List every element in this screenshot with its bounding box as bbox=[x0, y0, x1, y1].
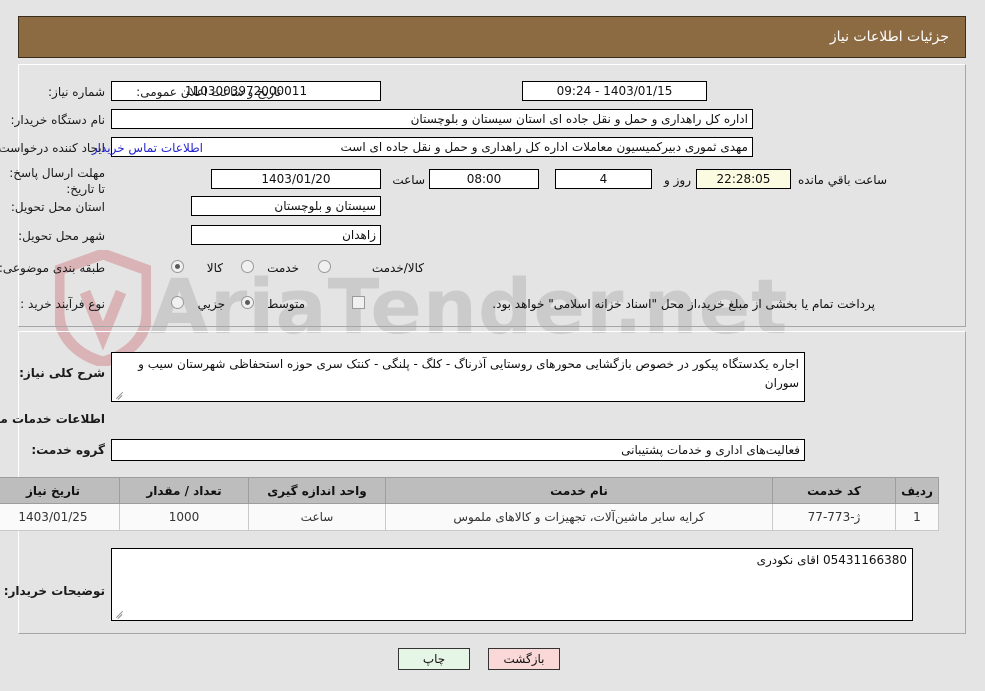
province-value: سیستان و بلوچستان bbox=[191, 196, 381, 216]
col-header-qty: تعداد / مقدار bbox=[119, 477, 249, 504]
remaining-days-label: روز و bbox=[664, 173, 691, 187]
remaining-days-value: 4 bbox=[555, 169, 652, 189]
deadline-label: مهلت ارسال پاسخ: تا تاریخ: bbox=[9, 166, 105, 196]
requester-value: مهدی ثموری دبیرکمیسیون معاملات اداره کل … bbox=[111, 137, 753, 157]
cell-row: 1 bbox=[895, 503, 939, 531]
radio-process-motavaset[interactable] bbox=[241, 296, 254, 309]
description-label: شرح کلی نیاز: bbox=[19, 366, 105, 380]
radio-process-motavaset-label: متوسط bbox=[267, 297, 305, 311]
countdown-label: ساعت باقي مانده bbox=[797, 173, 887, 187]
resize-grip-icon[interactable] bbox=[114, 390, 124, 400]
province-label: استان محل تحویل: bbox=[10, 200, 105, 214]
services-heading: اطلاعات خدمات مورد نیاز bbox=[0, 412, 105, 426]
cell-unit: ساعت bbox=[248, 503, 386, 531]
radio-process-jozi[interactable] bbox=[171, 296, 184, 309]
radio-category-kala-khedmat[interactable] bbox=[318, 260, 331, 273]
city-value: زاهدان bbox=[191, 225, 381, 245]
description-value: اجاره یکدستگاه پیکور در خصوص بازگشایی مح… bbox=[138, 357, 799, 390]
col-header-unit: واحد اندازه گیری bbox=[248, 477, 386, 504]
buyer-contact-link[interactable]: اطلاعات تماس خریدار bbox=[92, 141, 203, 156]
top-info-panel bbox=[18, 64, 966, 327]
buyer-notes-textarea[interactable]: 05431166380 اقای نکودری bbox=[111, 548, 913, 621]
cell-qty: 1000 bbox=[119, 503, 249, 531]
radio-category-kala-khedmat-label: کالا/خدمت bbox=[371, 261, 424, 275]
buyer-notes-label: توضیحات خریدار: bbox=[3, 584, 105, 598]
requester-label: ایجاد کننده درخواست: bbox=[0, 141, 105, 155]
page-title: جزئیات اطلاعات نیاز bbox=[829, 29, 949, 45]
table-header-row: ردیف کد خدمت نام خدمت واحد اندازه گیری ت… bbox=[0, 477, 939, 504]
radio-category-khedmat[interactable] bbox=[241, 260, 254, 273]
process-label: نوع فرآیند خرید : bbox=[20, 297, 105, 311]
announce-datetime-value: 1403/01/15 - 09:24 bbox=[522, 81, 707, 101]
back-button[interactable]: بازگشت bbox=[488, 648, 560, 670]
deadline-hour-value: 08:00 bbox=[429, 169, 539, 189]
buyer-org-label: نام دستگاه خریدار: bbox=[10, 113, 106, 127]
col-header-row: ردیف bbox=[895, 477, 939, 504]
buyer-notes-value: 05431166380 اقای نکودری bbox=[756, 553, 907, 567]
cell-code: ژ-773-77 bbox=[772, 503, 896, 531]
radio-process-jozi-label: جزیي bbox=[197, 297, 225, 311]
cell-name: کرایه سایر ماشین‌آلات، تجهیزات و کالاهای… bbox=[385, 503, 773, 531]
page-root: AriaTender.net جزئیات اطلاعات نیاز شماره… bbox=[0, 0, 985, 691]
city-label: شهر محل تحویل: bbox=[18, 229, 105, 243]
col-header-code: کد خدمت bbox=[772, 477, 896, 504]
countdown-value: 22:28:05 bbox=[696, 169, 791, 189]
treasury-bond-note: پرداخت تمام یا بخشی از مبلغ خرید،از محل … bbox=[492, 297, 875, 311]
need-number-label: شماره نیاز: bbox=[48, 85, 105, 99]
col-header-date: تاریخ نیاز bbox=[0, 477, 120, 504]
radio-category-kala-label: کالا bbox=[206, 261, 223, 275]
services-table: ردیف کد خدمت نام خدمت واحد اندازه گیری ت… bbox=[0, 477, 939, 531]
radio-category-khedmat-label: خدمت bbox=[267, 261, 299, 275]
cell-date: 1403/01/25 bbox=[0, 503, 120, 531]
description-textarea[interactable]: اجاره یکدستگاه پیکور در خصوص بازگشایی مح… bbox=[111, 352, 805, 402]
category-label: طبقه بندی موضوعی: bbox=[0, 261, 105, 275]
table-row: 1 ژ-773-77 کرایه سایر ماشین‌آلات، تجهیزا… bbox=[0, 503, 939, 531]
col-header-name: نام خدمت bbox=[385, 477, 773, 504]
deadline-date-value: 1403/01/20 bbox=[211, 169, 381, 189]
announce-datetime-label: تاریخ و ساعت اعلان عمومی: bbox=[136, 85, 281, 99]
service-group-value: فعالیت‌های اداری و خدمات پشتیبانی bbox=[111, 439, 805, 461]
page-title-bar: جزئیات اطلاعات نیاز bbox=[18, 16, 966, 58]
service-group-label: گروه خدمت: bbox=[31, 443, 105, 457]
buyer-org-value: اداره کل راهداری و حمل و نقل جاده ای است… bbox=[111, 109, 753, 129]
treasury-bond-checkbox[interactable] bbox=[352, 296, 365, 309]
resize-grip-icon-notes[interactable] bbox=[114, 609, 124, 619]
deadline-hour-label: ساعت bbox=[392, 173, 425, 187]
print-button[interactable]: چاپ bbox=[398, 648, 470, 670]
radio-category-kala[interactable] bbox=[171, 260, 184, 273]
